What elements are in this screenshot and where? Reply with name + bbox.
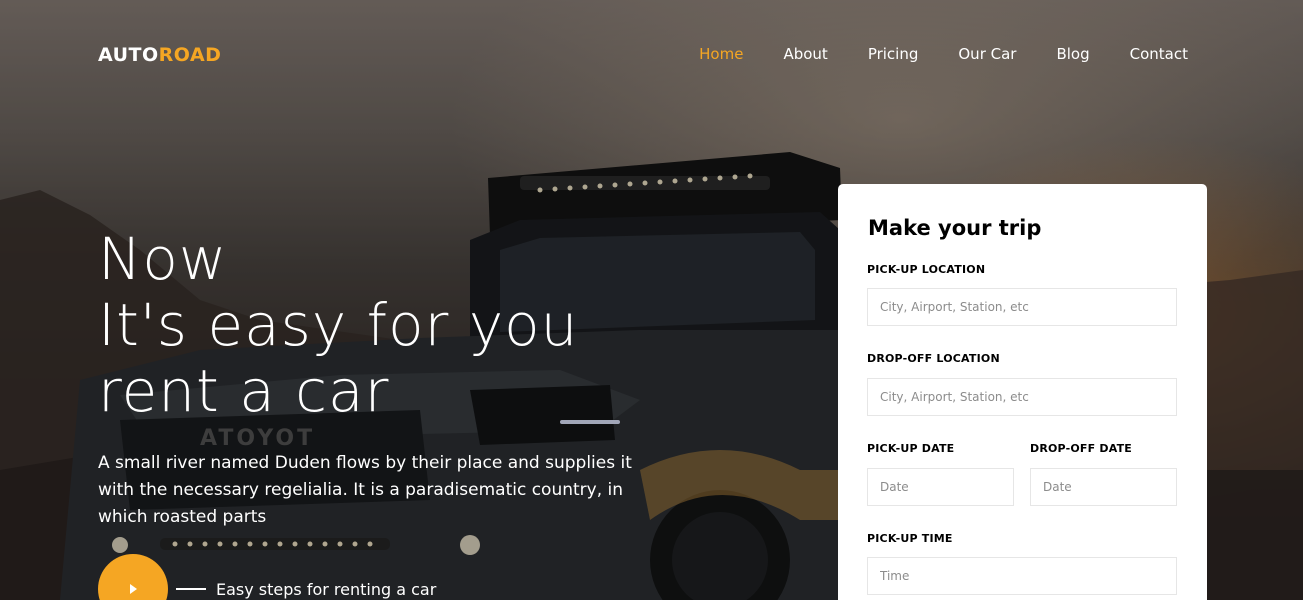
video-label[interactable]: Easy steps for renting a car	[216, 580, 436, 599]
nav-link-pricing[interactable]: Pricing	[868, 45, 919, 63]
brand-logo[interactable]: AUTOROAD	[98, 44, 221, 66]
nav-link-blog[interactable]: Blog	[1056, 45, 1089, 63]
play-video-button[interactable]	[98, 554, 168, 600]
play-icon	[130, 584, 137, 594]
nav-link-contact[interactable]: Contact	[1130, 45, 1188, 63]
dropoff-date-label: DROP-OFF DATE	[1030, 442, 1133, 455]
nav-links: Home About Pricing Our Car Blog Contact	[659, 45, 1188, 63]
dropoff-location-label: DROP-OFF LOCATION	[867, 352, 1000, 365]
headline-line-2: It's easy for you	[98, 291, 579, 359]
pickup-date-input[interactable]	[867, 468, 1014, 506]
pickup-date-label: PICK-UP DATE	[867, 442, 955, 455]
hero-section: ATOYOT AUTOROAD Home About Pricing Our C	[0, 0, 1303, 600]
headline-line-1: Now	[98, 225, 228, 293]
pickup-time-label: PICK-UP TIME	[867, 532, 953, 545]
hero-subtext: A small river named Duden flows by their…	[98, 453, 632, 527]
nav-link-about[interactable]: About	[783, 45, 827, 63]
pickup-location-input[interactable]	[867, 288, 1177, 326]
divider-line	[176, 588, 206, 590]
dropoff-location-input[interactable]	[867, 378, 1177, 416]
form-title: Make your trip	[868, 216, 1042, 240]
nav-link-home[interactable]: Home	[699, 45, 743, 63]
hero-text: Now It's easy for you rent a car A small…	[98, 226, 698, 548]
dropoff-date-input[interactable]	[1030, 468, 1177, 506]
brand-part-1: AUTO	[98, 44, 159, 66]
pickup-time-input[interactable]	[867, 557, 1177, 595]
brand-part-2: ROAD	[158, 44, 222, 66]
nav-link-our-car[interactable]: Our Car	[958, 45, 1016, 63]
hero-headline: Now It's easy for you rent a car	[98, 226, 698, 424]
video-row: Easy steps for renting a car	[98, 554, 436, 600]
headline-line-3: rent a car	[98, 357, 390, 425]
trip-form-card: Make your trip PICK-UP LOCATION DROP-OFF…	[838, 184, 1207, 600]
navbar: AUTOROAD Home About Pricing Our Car Blog…	[0, 0, 1303, 112]
pickup-location-label: PICK-UP LOCATION	[867, 263, 986, 276]
